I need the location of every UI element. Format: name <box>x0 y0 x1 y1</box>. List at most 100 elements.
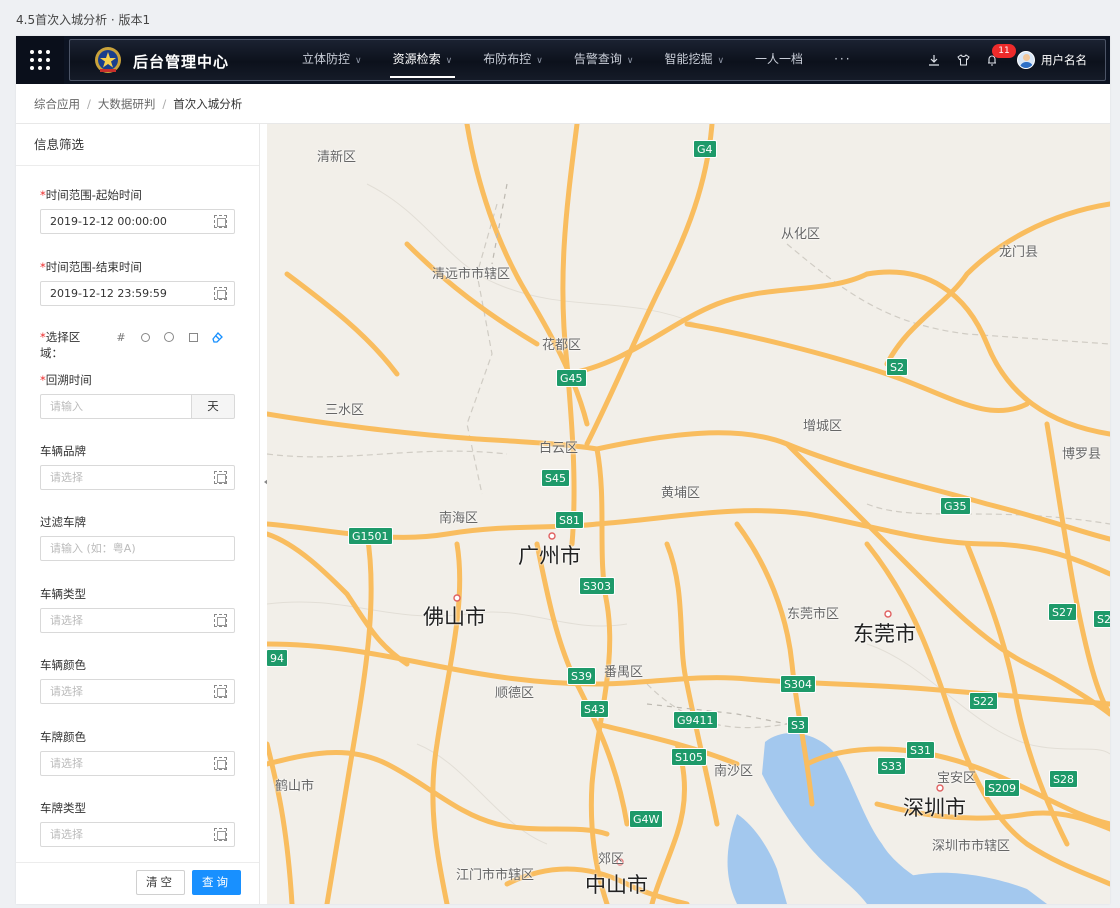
plate-type-select[interactable]: 请选择 <box>40 822 235 847</box>
polygon-select-icon[interactable] <box>139 331 151 343</box>
plate-type-field: 车牌类型 请选择 <box>40 800 235 847</box>
map-label-city: 广州市 <box>518 544 581 568</box>
nav-more-button[interactable]: ··· <box>831 40 854 80</box>
select-icon[interactable] <box>214 471 227 484</box>
nav-label: 告警查询 <box>573 52 622 66</box>
brand-select[interactable]: 请选择 <box>40 465 235 490</box>
bell-icon[interactable]: 11 <box>979 40 1016 80</box>
filter-sidebar: 信息筛选 *时间范围-起始时间 2019-12-12 00:00:00 *时间范… <box>16 124 260 904</box>
nav-item-resource-search[interactable]: 资源检索 ∨ <box>389 40 456 80</box>
map-view[interactable]: 清新区 清远市市辖区 从化区 龙门县 花都区 三水区 增城区 白云区 博罗县 黄… <box>267 124 1110 904</box>
highway-shield: S31 <box>906 741 935 759</box>
vehicle-type-field: 车辆类型 请选择 <box>40 586 235 633</box>
highway-shield: G4W <box>629 810 664 828</box>
select-icon[interactable] <box>214 828 227 841</box>
highway-shield: S81 <box>555 511 584 529</box>
nav-item-alert-query[interactable]: 告警查询 ∨ <box>571 40 637 80</box>
end-time-field: *时间范围-结束时间 2019-12-12 23:59:59 <box>40 259 235 306</box>
apps-grid-icon[interactable] <box>16 36 64 84</box>
map-label-district: 顺德区 <box>495 686 535 701</box>
avatar[interactable] <box>1017 51 1035 69</box>
start-time-input[interactable]: 2019-12-12 00:00:00 <box>40 209 235 234</box>
breadcrumb: 综合应用 / 大数据研判 / 首次入城分析 <box>16 84 1110 124</box>
calendar-icon[interactable] <box>214 215 227 228</box>
map-label-district: 博罗县 <box>1062 447 1102 462</box>
breadcrumb-item[interactable]: 大数据研判 <box>98 97 156 111</box>
lookback-field: *回溯时间 请输入 天 <box>40 372 235 419</box>
highway-shield: 94 <box>267 649 288 667</box>
map-label-district: 黄埔区 <box>661 486 701 501</box>
highway-shield: S304 <box>780 675 816 693</box>
filter-plate-input[interactable]: 请输入 (如：粤A) <box>40 536 235 561</box>
grid-select-icon[interactable]: # <box>115 331 127 344</box>
highway-shield: G1501 <box>348 527 393 545</box>
brand-field: 车辆品牌 请选择 <box>40 443 235 490</box>
notification-badge: 11 <box>992 44 1016 58</box>
sidebar-collapse-handle[interactable] <box>260 466 268 500</box>
area-field: *选择区域： # <box>40 329 235 360</box>
highway-shield: S39 <box>567 667 596 685</box>
download-icon[interactable] <box>921 40 947 80</box>
sidebar-title: 信息筛选 <box>16 124 259 166</box>
nav-label: 一人一档 <box>755 52 804 66</box>
breadcrumb-item[interactable]: 综合应用 <box>34 97 80 111</box>
nav-label: 布防布控 <box>483 52 532 66</box>
highway-shield: S28 <box>1049 770 1078 788</box>
area-tools: # <box>115 331 235 344</box>
field-label: 车辆类型 <box>40 587 86 601</box>
username[interactable]: 用户名名 <box>1041 52 1087 68</box>
calendar-icon[interactable] <box>214 287 227 300</box>
map-label-district: 鹤山市 <box>275 779 315 794</box>
map-label-district: 江门市市辖区 <box>456 868 535 883</box>
lookback-unit: 天 <box>192 394 235 419</box>
map-label-city: 深圳市 <box>903 796 966 820</box>
nav-item-smart-mining[interactable]: 智能挖掘 ∨ <box>661 40 727 80</box>
highway-shield: S2 <box>1093 610 1110 628</box>
highway-shield: S33 <box>877 757 906 775</box>
vehicle-color-field: 车辆颜色 请选择 <box>40 657 235 704</box>
filter-plate-field: 过滤车牌 请输入 (如：粤A) <box>40 514 235 561</box>
highway-shield: S209 <box>984 779 1020 797</box>
field-label: *时间范围-起始时间 <box>40 188 142 202</box>
field-label: 车牌类型 <box>40 801 86 815</box>
app-name: 后台管理中心 <box>133 53 230 71</box>
map-label-district: 南沙区 <box>714 764 754 779</box>
eraser-icon[interactable] <box>211 331 223 343</box>
rectangle-select-icon[interactable] <box>187 331 199 343</box>
map-label-district: 三水区 <box>325 403 365 418</box>
map-label-city: 东莞市 <box>853 622 916 646</box>
vehicle-color-select[interactable]: 请选择 <box>40 679 235 704</box>
nav-item-3d-defense[interactable]: 立体防控 ∨ <box>299 40 365 80</box>
clear-button[interactable]: 清空 <box>136 870 185 895</box>
circle-select-icon[interactable] <box>163 331 175 343</box>
highway-shield: S45 <box>541 469 570 487</box>
nav-item-deployment[interactable]: 布防布控 ∨ <box>480 40 546 80</box>
select-icon[interactable] <box>214 614 227 627</box>
nav-label: 资源检索 <box>392 52 441 66</box>
plate-color-select[interactable]: 请选择 <box>40 751 235 776</box>
lookback-input[interactable]: 请输入 <box>40 394 192 419</box>
highway-shield: S22 <box>969 692 998 710</box>
highway-shield: S105 <box>671 748 707 766</box>
query-button[interactable]: 查询 <box>192 870 241 895</box>
map-label-district: 从化区 <box>781 227 821 242</box>
nav-label: 立体防控 <box>302 52 351 66</box>
select-icon[interactable] <box>214 685 227 698</box>
map-label-district: 郊区 <box>598 852 625 867</box>
highway-shield: S27 <box>1048 603 1077 621</box>
highway-shield: S43 <box>580 700 609 718</box>
field-label: 过滤车牌 <box>40 515 86 529</box>
chevron-down-icon: ∨ <box>626 56 634 66</box>
breadcrumb-separator: / <box>87 97 91 111</box>
shirt-icon[interactable] <box>950 40 976 80</box>
field-label: 车辆颜色 <box>40 658 86 672</box>
highway-shield: G45 <box>556 369 587 387</box>
chevron-down-icon: ∨ <box>445 56 453 66</box>
map-label-district: 清新区 <box>317 150 357 165</box>
vehicle-type-select[interactable]: 请选择 <box>40 608 235 633</box>
toolbar-right: 11 用户名名 <box>921 40 1105 80</box>
end-time-input[interactable]: 2019-12-12 23:59:59 <box>40 281 235 306</box>
select-icon[interactable] <box>214 757 227 770</box>
nav-item-person-profile[interactable]: 一人一档 <box>752 40 806 80</box>
page-title: 4.5首次入城分析 · 版本1 <box>16 13 151 27</box>
